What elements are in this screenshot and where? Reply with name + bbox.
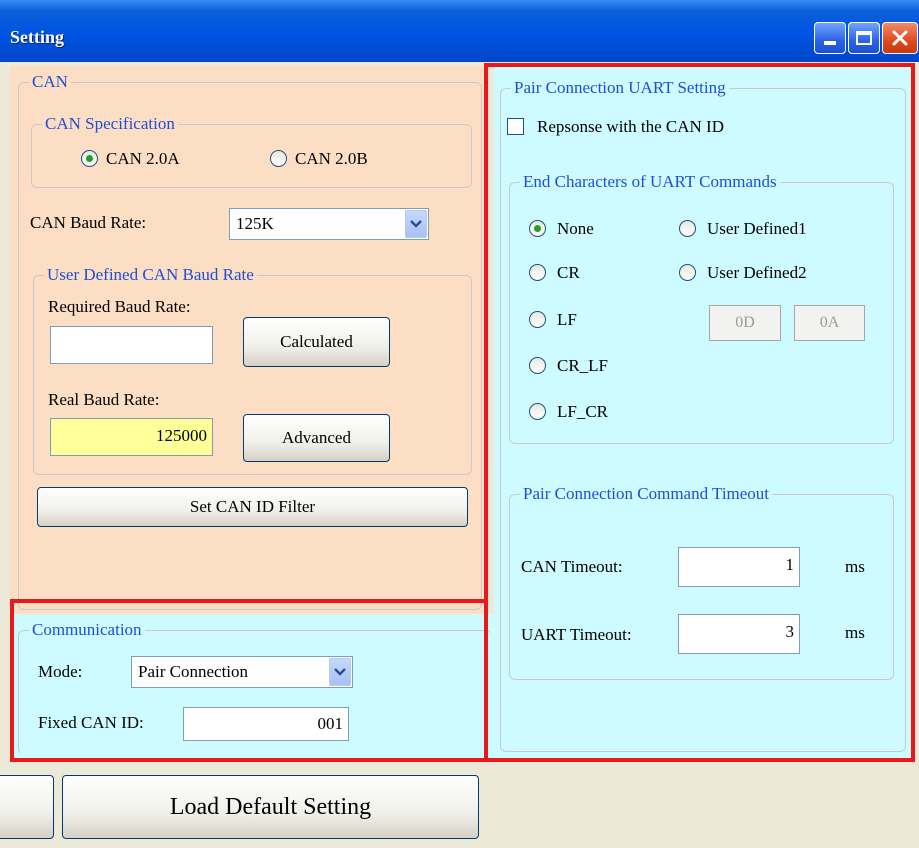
real-baud-label: Real Baud Rate: (48, 390, 160, 409)
required-baud-input[interactable] (50, 326, 213, 364)
minimize-button[interactable] (814, 22, 846, 54)
window-title: Setting (10, 27, 64, 47)
can-2-0a-label: CAN 2.0A (106, 149, 180, 168)
can-2-0b-radio[interactable] (270, 150, 287, 167)
uart-highlight-box (484, 63, 915, 762)
title-bar[interactable]: Setting (0, 0, 919, 62)
user-defined-legend: User Defined CAN Baud Rate (44, 265, 257, 285)
chevron-down-icon[interactable] (405, 210, 427, 238)
advanced-button[interactable]: Advanced (243, 414, 390, 462)
real-baud-value: 125000 (50, 418, 213, 456)
baud-rate-value: 125K (236, 214, 274, 233)
maximize-icon (856, 31, 872, 45)
can-spec-legend: CAN Specification (42, 114, 178, 134)
baud-rate-dropdown[interactable]: 125K (229, 208, 429, 240)
communication-highlight-box (10, 599, 488, 762)
close-button[interactable] (882, 22, 918, 54)
can-legend: CAN (29, 72, 71, 92)
minimize-icon (824, 41, 836, 45)
can-2-0a-radio[interactable] (81, 150, 98, 167)
load-default-setting-button[interactable]: Load Default Setting (62, 775, 479, 839)
maximize-button[interactable] (848, 22, 880, 54)
baud-rate-label: CAN Baud Rate: (30, 213, 147, 232)
partial-button[interactable] (0, 775, 54, 839)
calculated-button[interactable]: Calculated (243, 317, 390, 367)
close-icon (892, 30, 908, 46)
can-2-0b-label: CAN 2.0B (295, 149, 368, 168)
set-can-id-filter-button[interactable]: Set CAN ID Filter (37, 487, 468, 527)
required-baud-label: Required Baud Rate: (48, 297, 191, 316)
